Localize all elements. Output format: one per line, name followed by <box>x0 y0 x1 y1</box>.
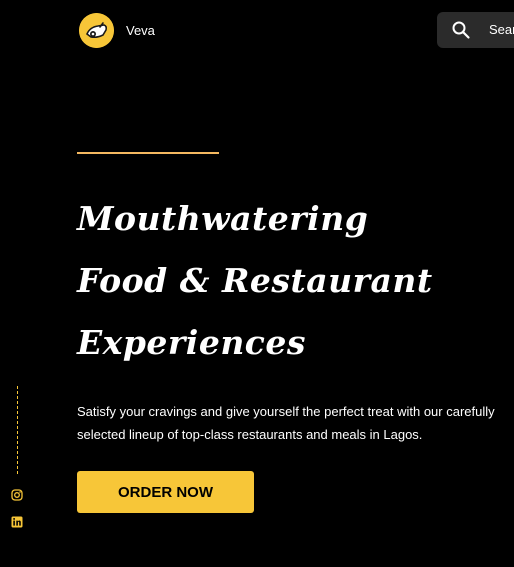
accent-divider <box>77 152 219 154</box>
brand-name[interactable]: Veva <box>126 23 155 38</box>
header: Veva Search <box>0 0 514 60</box>
search-button[interactable]: Search <box>437 12 514 48</box>
instagram-icon[interactable] <box>11 489 23 501</box>
hero-subtitle: Satisfy your cravings and give yourself … <box>77 400 513 446</box>
search-label: Search <box>489 22 514 37</box>
linkedin-icon[interactable] <box>11 516 23 528</box>
hero-subtitle-line-2: selected lineup of top-class restaurants… <box>77 427 423 442</box>
hero-title: Mouthwatering Food & Restaurant Experien… <box>77 188 507 374</box>
order-now-button[interactable]: ORDER NOW <box>77 471 254 513</box>
social-divider <box>17 386 18 474</box>
hero-title-line-1: Mouthwatering <box>77 199 369 238</box>
hero-title-line-3: Experiences <box>77 323 306 362</box>
search-icon <box>452 21 470 39</box>
hero-title-line-2: Food & Restaurant <box>77 261 433 300</box>
hero-subtitle-line-1: Satisfy your cravings and give yourself … <box>77 404 495 419</box>
veva-logo-icon[interactable] <box>79 13 114 48</box>
